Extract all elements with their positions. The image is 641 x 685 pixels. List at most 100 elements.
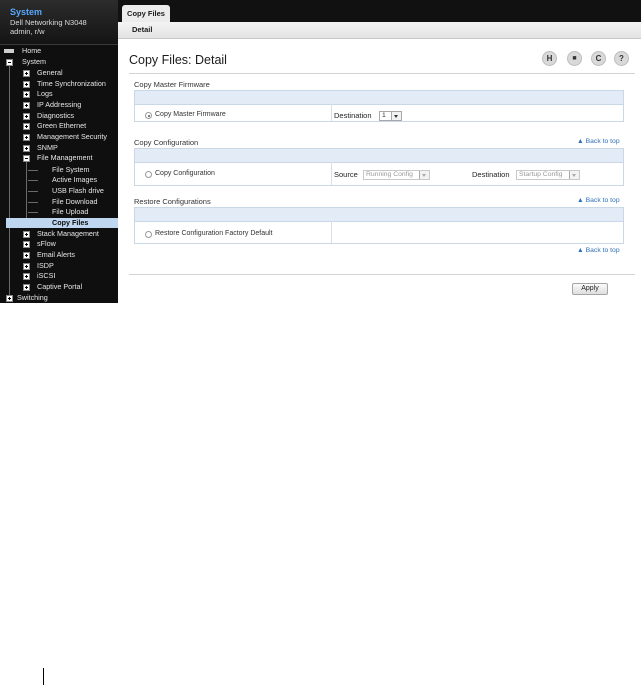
cell-divider [331, 104, 332, 121]
panel-copy-master: Copy Master Firmware Destination 1 [134, 90, 624, 122]
sub-tab-bar: Detail [118, 22, 641, 39]
back-to-top-link[interactable]: ▲ Back to top [577, 247, 620, 254]
destination-value: 1 [382, 112, 386, 119]
expand-icon[interactable] [23, 241, 30, 248]
cell-divider [331, 221, 332, 243]
source-label: Source [334, 170, 358, 179]
nav-item-usb-flash[interactable]: USB Flash drive [52, 186, 104, 196]
nav-item-green-ethernet[interactable]: Green Ethernet [37, 121, 86, 131]
top-tab-bar: Copy Files [118, 0, 641, 22]
device-name: Dell Networking N3048 [10, 18, 87, 27]
nav-item-file-download[interactable]: File Download [52, 197, 98, 207]
tree-guide [28, 202, 38, 203]
expand-icon[interactable] [23, 231, 30, 238]
destination-label: Destination [472, 170, 510, 179]
radio-copy-config[interactable] [145, 171, 152, 178]
panel-header [135, 208, 623, 222]
tree-guide [9, 62, 10, 302]
subtab-detail[interactable]: Detail [132, 25, 152, 34]
nav-item-time-sync[interactable]: Time Synchronization [37, 79, 106, 89]
nav-item-isdp[interactable]: ISDP [37, 261, 54, 271]
tree-guide [26, 156, 27, 223]
section-title-restore: Restore Configurations [134, 197, 211, 206]
nav-item-file-management[interactable]: File Management [37, 153, 93, 163]
radio-label-copy-master: Copy Master Firmware [155, 111, 226, 118]
destination-label: Destination [334, 111, 372, 120]
expand-icon[interactable] [23, 273, 30, 280]
expand-icon[interactable] [23, 284, 30, 291]
home-icon [4, 49, 14, 53]
nav-item-system[interactable]: System [22, 57, 46, 67]
expand-icon[interactable] [23, 113, 30, 120]
save-icon[interactable]: H [542, 51, 557, 66]
nav-item-copy-files[interactable]: Copy Files [6, 218, 118, 228]
nav-item-switching[interactable]: Switching [17, 293, 48, 303]
back-to-top-link[interactable]: ▲ Back to top [577, 138, 620, 145]
apply-button[interactable]: Apply [572, 283, 608, 295]
expand-icon[interactable] [23, 91, 30, 98]
cell-divider [331, 162, 332, 185]
app-window: System Dell Networking N3048 admin, r/w … [0, 0, 641, 303]
nav-item-email-alerts[interactable]: Email Alerts [37, 250, 75, 260]
nav-item-home[interactable]: Home [22, 46, 41, 56]
radio-label-restore-default: Restore Configuration Factory Default [155, 230, 273, 237]
expand-icon[interactable] [23, 134, 30, 141]
nav-item-snmp[interactable]: SNMP [37, 143, 58, 153]
print-icon[interactable]: ■ [567, 51, 582, 66]
system-title: System [10, 7, 43, 17]
nav-item-diagnostics[interactable]: Diagnostics [37, 111, 74, 121]
expand-icon[interactable] [23, 102, 30, 109]
nav-item-management-security[interactable]: Management Security [37, 132, 107, 142]
nav-item-captive-portal[interactable]: Captive Portal [37, 282, 82, 292]
radio-copy-master[interactable] [145, 112, 152, 119]
source-value: Running Config [366, 171, 413, 178]
help-icon[interactable]: ? [614, 51, 629, 66]
section-title-master: Copy Master Firmware [134, 80, 210, 89]
config-destination-value: Startup Config [519, 171, 563, 178]
section-title-config: Copy Configuration [134, 138, 199, 147]
expand-icon[interactable] [23, 252, 30, 259]
nav-item-active-images[interactable]: Active Images [52, 175, 97, 185]
refresh-icon[interactable]: C [591, 51, 606, 66]
tree-guide [28, 212, 38, 213]
tree-guide [28, 180, 38, 181]
nav-item-iscsi[interactable]: iSCSI [37, 271, 55, 281]
expand-icon[interactable] [23, 263, 30, 270]
collapse-icon[interactable] [23, 155, 30, 162]
nav-item-stack-management[interactable]: Stack Management [37, 229, 99, 239]
collapse-icon[interactable] [6, 59, 13, 66]
nav-item-ip-addressing[interactable]: IP Addressing [37, 100, 81, 110]
panel-header [135, 149, 623, 163]
nav-item-general[interactable]: General [37, 68, 63, 78]
nav-item-file-system[interactable]: File System [52, 165, 90, 175]
page-title: Copy Files: Detail [129, 53, 227, 67]
source-select[interactable]: Running Config [363, 170, 430, 180]
chevron-down-icon [391, 112, 401, 120]
nav-item-logs[interactable]: Logs [37, 89, 53, 99]
panel-restore: Restore Configuration Factory Default [134, 207, 624, 244]
config-destination-select[interactable]: Startup Config [516, 170, 580, 180]
expand-icon[interactable] [23, 70, 30, 77]
nav-item-sflow[interactable]: sFlow [37, 239, 56, 249]
user-info: admin, r/w [10, 27, 45, 36]
expand-icon[interactable] [23, 123, 30, 130]
navigation-sidebar: System Dell Networking N3048 admin, r/w … [0, 0, 118, 303]
tree-guide [28, 191, 38, 192]
panel-copy-config: Copy Configuration Source Running Config… [134, 148, 624, 186]
expand-icon[interactable] [23, 81, 30, 88]
expand-icon[interactable] [6, 295, 13, 302]
chevron-down-icon [419, 171, 429, 179]
title-divider [129, 73, 635, 74]
panel-header [135, 91, 623, 105]
expand-icon[interactable] [23, 145, 30, 152]
radio-restore-default[interactable] [145, 231, 152, 238]
radio-label-copy-config: Copy Configuration [155, 170, 215, 177]
system-header: System Dell Networking N3048 admin, r/w [0, 0, 118, 45]
tab-copy-files[interactable]: Copy Files [122, 5, 170, 22]
footer-divider [129, 274, 635, 275]
nav-item-file-upload[interactable]: File Upload [52, 207, 88, 217]
chevron-down-icon [569, 171, 579, 179]
tree-guide [28, 170, 38, 171]
destination-select[interactable]: 1 [379, 111, 402, 121]
back-to-top-link[interactable]: ▲ Back to top [577, 197, 620, 204]
